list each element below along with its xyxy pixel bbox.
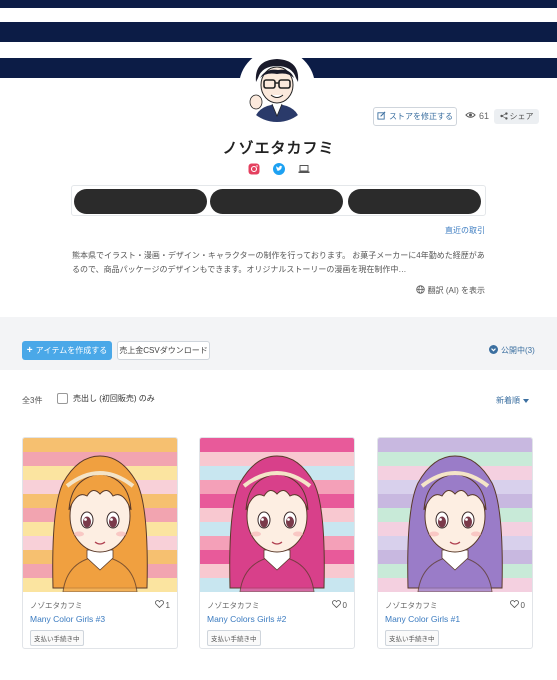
first-sale-checkbox[interactable] xyxy=(57,393,68,404)
stat-pill xyxy=(74,189,207,214)
share-button[interactable]: シェア xyxy=(494,109,539,124)
stats-panel xyxy=(71,185,486,216)
csv-download-button[interactable]: 売上金CSVダウンロード xyxy=(117,341,210,360)
like-count: 0 xyxy=(520,600,525,610)
item-card[interactable]: ノゾエタカフミ 1 Many Color Girls #3 支払い手続き中 xyxy=(22,437,178,649)
chevron-down-circle-icon xyxy=(489,345,498,356)
edit-icon xyxy=(377,111,386,122)
plus-icon: + xyxy=(26,345,33,356)
create-item-button[interactable]: + アイテムを作成する xyxy=(22,341,112,360)
create-item-label: アイテムを作成する xyxy=(35,346,108,355)
sort-label: 新着順 xyxy=(496,396,520,405)
shop-bio: 熊本県でイラスト・漫画・デザイン・キャラクターの制作を行っております。 お菓子メ… xyxy=(72,251,485,274)
caret-down-icon xyxy=(523,396,529,405)
status-badge: 支払い手続き中 xyxy=(207,630,261,646)
item-card[interactable]: ノゾエタカフミ 0 Many Color Girls #1 支払い手続き中 xyxy=(377,437,533,649)
item-image[interactable] xyxy=(378,438,532,592)
item-title[interactable]: Many Colors Girls #2 xyxy=(207,614,286,624)
item-count: 全3件 xyxy=(22,396,43,405)
twitter-icon[interactable] xyxy=(273,162,285,175)
csv-download-label: 売上金CSVダウンロード xyxy=(119,346,208,355)
shop-name: ノゾエタカフミ xyxy=(222,140,335,157)
public-filter[interactable]: 公開中(3) xyxy=(489,345,535,356)
first-sale-label: 売出し (初回販売) のみ xyxy=(73,394,155,403)
item-author[interactable]: ノゾエタカフミ xyxy=(30,600,83,611)
edit-store-label: ストアを修正する xyxy=(389,112,453,121)
heart-icon xyxy=(331,600,341,610)
item-card[interactable]: ノゾエタカフミ 0 Many Colors Girls #2 支払い手続き中 xyxy=(199,437,355,649)
like-button[interactable]: 0 xyxy=(331,600,347,610)
share-icon xyxy=(499,111,508,122)
translate-label: 翻訳 (AI) を表示 xyxy=(427,286,485,295)
stat-pill xyxy=(348,189,481,214)
edit-store-button[interactable]: ストアを修正する xyxy=(373,107,457,126)
item-title[interactable]: Many Color Girls #1 xyxy=(385,614,460,624)
social-links xyxy=(248,162,310,175)
stat-pill xyxy=(210,189,343,214)
item-title[interactable]: Many Color Girls #3 xyxy=(30,614,105,624)
heart-icon xyxy=(509,600,519,610)
view-count: 61 xyxy=(465,111,489,121)
like-count: 0 xyxy=(342,600,347,610)
item-image[interactable] xyxy=(23,438,177,592)
first-sale-filter[interactable]: 売出し (初回販売) のみ xyxy=(57,393,155,404)
item-author[interactable]: ノゾエタカフミ xyxy=(385,600,438,611)
status-badge: 支払い手続き中 xyxy=(385,630,439,646)
avatar[interactable] xyxy=(239,49,315,125)
like-count: 1 xyxy=(165,600,170,610)
eye-icon xyxy=(465,111,476,121)
laptop-icon[interactable] xyxy=(298,162,310,174)
heart-icon xyxy=(154,600,164,610)
like-button[interactable]: 1 xyxy=(154,600,170,610)
recent-transactions-link[interactable]: 直近の取引 xyxy=(445,225,485,236)
view-count-value: 61 xyxy=(479,111,490,121)
like-button[interactable]: 0 xyxy=(509,600,525,610)
public-label: 公開中(3) xyxy=(501,346,535,355)
instagram-icon[interactable] xyxy=(248,162,260,175)
status-badge: 支払い手続き中 xyxy=(30,630,84,646)
sort-dropdown[interactable]: 新着順 xyxy=(496,395,529,406)
item-image[interactable] xyxy=(200,438,354,592)
item-author[interactable]: ノゾエタカフミ xyxy=(207,600,260,611)
share-label: シェア xyxy=(509,112,534,121)
globe-icon xyxy=(415,285,425,296)
translate-button[interactable]: 翻訳 (AI) を表示 xyxy=(415,285,485,296)
